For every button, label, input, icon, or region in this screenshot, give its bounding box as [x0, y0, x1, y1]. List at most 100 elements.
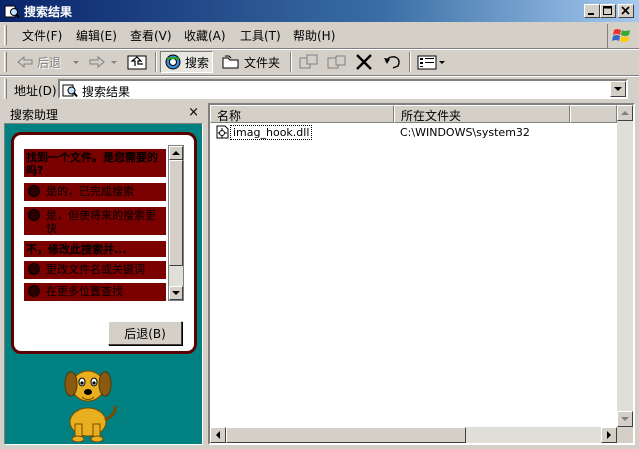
address-label: 地址(D) — [14, 84, 57, 98]
addressbar-grip[interactable] — [4, 79, 7, 99]
title-bar[interactable]: 搜索结果 — [0, 0, 639, 22]
assistant-bubble: 找到一个文件。是您需要的吗? 是的，已完成搜索 是，但使将来的搜索更快 不，修改… — [11, 132, 197, 354]
search-folder-icon — [62, 84, 78, 98]
forward-button[interactable] — [88, 51, 106, 73]
folders-icon — [222, 55, 239, 69]
menubar-grip[interactable] — [4, 25, 7, 45]
up-folder-button[interactable] — [126, 51, 148, 73]
assistant-close-button[interactable]: × — [188, 105, 199, 120]
up-folder-icon — [127, 55, 147, 70]
folders-button[interactable]: 文件夹 — [221, 51, 280, 73]
assistant-header: 搜索助理 × — [4, 103, 203, 123]
arrow-down-icon — [621, 417, 629, 421]
scroll-down-button[interactable] — [617, 411, 633, 427]
scroll-up-button[interactable] — [617, 105, 633, 121]
arrow-up-icon — [621, 111, 629, 115]
toolbar-grip[interactable] — [4, 52, 7, 72]
menu-view[interactable]: 查看(V) — [130, 27, 172, 44]
menu-help[interactable]: 帮助(H) — [293, 27, 335, 44]
assistant-options-list: 找到一个文件。是您需要的吗? 是的，已完成搜索 是，但使将来的搜索更快 不，修改… — [24, 145, 166, 301]
menu-bar: 文件(F) 编辑(E) 查看(V) 收藏(A) 工具(T) 帮助(H) — [0, 22, 639, 48]
views-icon — [417, 55, 437, 70]
file-name-cell[interactable]: imag_hook.dll — [230, 125, 313, 140]
bullet-icon — [28, 285, 40, 297]
assistant-title: 搜索助理 — [10, 108, 59, 122]
column-header-folder[interactable]: 所在文件夹 — [394, 105, 570, 123]
search-folder-icon — [4, 5, 20, 19]
menu-file[interactable]: 文件(F) — [22, 27, 62, 44]
delete-button[interactable] — [354, 51, 374, 73]
arrow-left-icon — [216, 431, 220, 439]
back-button[interactable]: 后退 — [16, 51, 61, 73]
minimize-button[interactable] — [584, 4, 600, 18]
assistant-modify-heading: 不，修改此搜索并... — [24, 241, 166, 257]
menu-favorites[interactable]: 收藏(A) — [184, 27, 226, 44]
assistant-back-button[interactable]: 后退(B) — [108, 321, 182, 345]
scroll-left-button[interactable] — [210, 427, 226, 443]
delete-x-icon — [356, 54, 372, 70]
copy-to-icon — [327, 55, 346, 69]
minimize-icon — [588, 13, 594, 15]
assistant-body: 找到一个文件。是您需要的吗? 是的，已完成搜索 是，但使将来的搜索更快 不，修改… — [4, 123, 203, 445]
results-list-view[interactable]: 名称 所在文件夹 imag_hook.dll C:\WINDOWS\system… — [208, 103, 635, 445]
arrow-right-icon — [607, 431, 611, 439]
table-row[interactable]: imag_hook.dll C:\WINDOWS\system32 — [214, 125, 634, 141]
column-header-name[interactable]: 名称 — [210, 105, 394, 123]
close-button[interactable] — [618, 4, 634, 18]
close-icon — [621, 6, 630, 15]
forward-dropdown[interactable] — [110, 51, 118, 73]
toolbar-separator — [290, 52, 292, 72]
chevron-down-icon — [614, 87, 622, 91]
scroll-right-button[interactable] — [601, 427, 617, 443]
column-header-blank[interactable] — [570, 105, 617, 123]
rover-dog-icon — [64, 370, 117, 442]
undo-button[interactable] — [382, 51, 404, 73]
menu-edit[interactable]: 编辑(E) — [76, 27, 117, 44]
search-assistant-pane: 搜索助理 × 找到一个文件。是您需要的吗? 是的，已完成搜索 是，但使将来的搜索… — [4, 103, 203, 445]
windows-logo — [607, 24, 635, 48]
windows-flag-icon — [611, 29, 630, 42]
file-folder-cell: C:\WINDOWS\system32 — [400, 126, 530, 139]
address-dropdown-button[interactable] — [610, 81, 626, 97]
maximize-icon — [603, 6, 612, 15]
bullet-icon — [28, 185, 40, 197]
toolbar-separator — [155, 52, 157, 72]
horizontal-scrollbar[interactable] — [210, 427, 617, 443]
chevron-down-icon — [111, 61, 117, 64]
scroll-down-button[interactable] — [169, 286, 183, 300]
assistant-option-more-locations[interactable]: 在更多位置查找 — [24, 283, 166, 301]
assistant-option-faster[interactable]: 是，但使将来的搜索更快 — [24, 207, 166, 235]
views-button[interactable] — [416, 51, 446, 73]
menu-tools[interactable]: 工具(T) — [240, 27, 281, 44]
assistant-scrollbar[interactable] — [168, 145, 184, 301]
scroll-up-button[interactable] — [169, 146, 183, 160]
horizontal-scroll-thumb[interactable] — [226, 427, 466, 443]
dll-file-icon — [216, 125, 229, 139]
search-button[interactable]: 搜索 — [160, 51, 214, 73]
vertical-scrollbar[interactable] — [617, 105, 633, 427]
arrow-down-icon — [172, 291, 180, 295]
forward-arrow-icon — [89, 55, 105, 69]
maximize-button[interactable] — [600, 4, 616, 18]
move-to-icon — [299, 54, 318, 69]
search-globe-icon — [165, 54, 181, 70]
address-input[interactable]: 搜索结果 — [58, 79, 628, 99]
bullet-icon — [28, 209, 40, 221]
address-bar: 地址(D) 搜索结果 — [0, 75, 639, 101]
chevron-down-icon — [73, 61, 79, 64]
assistant-question: 找到一个文件。是您需要的吗? — [24, 149, 166, 177]
undo-icon — [384, 56, 400, 69]
copy-to-button[interactable] — [326, 51, 348, 73]
back-dropdown[interactable] — [72, 51, 80, 73]
size-grip[interactable] — [617, 427, 633, 443]
assistant-option-done[interactable]: 是的，已完成搜索 — [24, 183, 166, 201]
assistant-option-change-name[interactable]: 更改文件名或关键词 — [24, 261, 166, 279]
arrow-up-icon — [172, 151, 180, 155]
standard-toolbar: 后退 搜索 文件夹 — [0, 48, 639, 75]
move-to-button[interactable] — [298, 51, 320, 73]
scroll-thumb[interactable] — [169, 160, 183, 266]
bullet-icon — [28, 263, 40, 275]
toolbar-separator — [409, 52, 411, 72]
chevron-down-icon — [439, 61, 445, 64]
window-title: 搜索结果 — [24, 5, 73, 19]
